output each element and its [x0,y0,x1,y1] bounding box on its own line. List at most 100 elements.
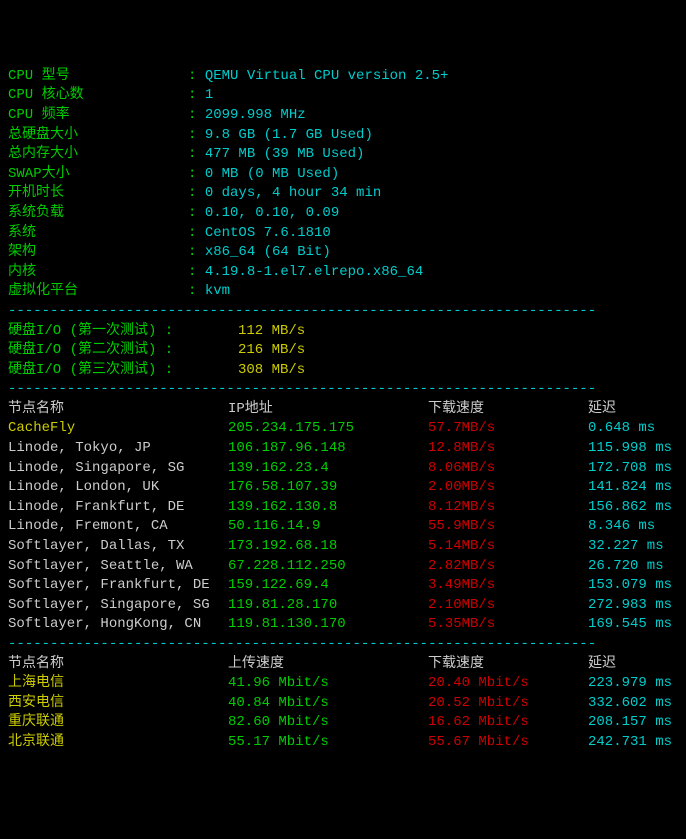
colon: : [188,126,205,146]
ul-node: 西安电信 [8,694,228,714]
ul-header-node: 节点名称 [8,655,228,675]
dl-speed: 5.35MB/s [428,615,588,635]
sys-row: 内核: 4.19.8-1.el7.elrepo.x86_64 [8,263,678,283]
dl-ip: 119.81.130.170 [228,615,428,635]
sys-label: 系统 [8,224,188,244]
sys-value: kvm [205,282,230,302]
dl-speed: 12.8MB/s [428,439,588,459]
dl-row: Softlayer, Dallas, TX173.192.68.185.14MB… [8,537,678,557]
divider: ----------------------------------------… [8,302,678,322]
dl-speed: 8.06MB/s [428,459,588,479]
sys-row: CPU 核心数: 1 [8,86,678,106]
ul-down: 55.67 Mbit/s [428,733,588,753]
dl-ip: 67.228.112.250 [228,557,428,577]
sys-value: QEMU Virtual CPU version 2.5+ [205,67,449,87]
dl-node: Softlayer, Dallas, TX [8,537,228,557]
ul-row: 重庆联通82.60 Mbit/s16.62 Mbit/s208.157 ms [8,713,678,733]
ul-header-down: 下载速度 [428,655,588,675]
colon: : [188,243,205,263]
dl-lat: 32.227 ms [588,537,678,557]
dl-speed: 57.7MB/s [428,419,588,439]
sys-label: 开机时长 [8,184,188,204]
dl-speed: 8.12MB/s [428,498,588,518]
io-row: 硬盘I/O (第三次测试) :308 MB/s [8,361,678,381]
dl-header: 节点名称IP地址下载速度延迟 [8,400,678,420]
dl-speed: 55.9MB/s [428,517,588,537]
dl-ip: 205.234.175.175 [228,419,428,439]
ul-down: 16.62 Mbit/s [428,713,588,733]
io-label: 硬盘I/O (第一次测试) : [8,322,238,342]
sys-row: 虚拟化平台: kvm [8,282,678,302]
ul-row: 西安电信40.84 Mbit/s20.52 Mbit/s332.602 ms [8,694,678,714]
dl-ip: 106.187.96.148 [228,439,428,459]
colon: : [188,145,205,165]
io-label: 硬盘I/O (第三次测试) : [8,361,238,381]
ul-header-lat: 延迟 [588,655,678,675]
colon: : [188,224,205,244]
io-row: 硬盘I/O (第二次测试) :216 MB/s [8,341,678,361]
terminal-output: CPU 型号: QEMU Virtual CPU version 2.5+CPU… [8,67,678,753]
ul-up: 41.96 Mbit/s [228,674,428,694]
ul-up: 40.84 Mbit/s [228,694,428,714]
sys-label: 总内存大小 [8,145,188,165]
dl-ip: 119.81.28.170 [228,596,428,616]
sys-row: 开机时长: 0 days, 4 hour 34 min [8,184,678,204]
ul-lat: 242.731 ms [588,733,678,753]
sys-value: 4.19.8-1.el7.elrepo.x86_64 [205,263,423,283]
ul-up: 55.17 Mbit/s [228,733,428,753]
dl-lat: 0.648 ms [588,419,678,439]
dl-lat: 169.545 ms [588,615,678,635]
dl-lat: 272.983 ms [588,596,678,616]
dl-row: Softlayer, HongKong, CN119.81.130.1705.3… [8,615,678,635]
io-value: 112 MB/s [238,322,305,342]
dl-node: Linode, Fremont, CA [8,517,228,537]
io-value: 216 MB/s [238,341,305,361]
ul-row: 北京联通55.17 Mbit/s55.67 Mbit/s242.731 ms [8,733,678,753]
dl-speed: 2.10MB/s [428,596,588,616]
divider: ----------------------------------------… [8,380,678,400]
dl-speed: 5.14MB/s [428,537,588,557]
colon: : [188,86,205,106]
dl-header-node: 节点名称 [8,400,228,420]
dl-node: Linode, Singapore, SG [8,459,228,479]
ul-up: 82.60 Mbit/s [228,713,428,733]
dl-row: CacheFly205.234.175.17557.7MB/s0.648 ms [8,419,678,439]
colon: : [188,67,205,87]
dl-row: Linode, Frankfurt, DE139.162.130.88.12MB… [8,498,678,518]
ul-node: 北京联通 [8,733,228,753]
sys-value: 1 [205,86,213,106]
sys-value: 9.8 GB (1.7 GB Used) [205,126,373,146]
dl-row: Softlayer, Singapore, SG119.81.28.1702.1… [8,596,678,616]
dl-node: Linode, London, UK [8,478,228,498]
sys-value: x86_64 (64 Bit) [205,243,331,263]
sys-row: CPU 型号: QEMU Virtual CPU version 2.5+ [8,67,678,87]
sys-value: 477 MB (39 MB Used) [205,145,365,165]
dl-ip: 159.122.69.4 [228,576,428,596]
dl-node: Softlayer, Frankfurt, DE [8,576,228,596]
sys-label: 总硬盘大小 [8,126,188,146]
dl-ip: 139.162.130.8 [228,498,428,518]
ul-header: 节点名称上传速度下载速度延迟 [8,655,678,675]
sys-value: 0 days, 4 hour 34 min [205,184,381,204]
io-label: 硬盘I/O (第二次测试) : [8,341,238,361]
dl-node: Softlayer, Singapore, SG [8,596,228,616]
dl-node: CacheFly [8,419,228,439]
dl-ip: 176.58.107.39 [228,478,428,498]
colon: : [188,106,205,126]
dl-ip: 50.116.14.9 [228,517,428,537]
sys-label: CPU 核心数 [8,86,188,106]
colon: : [188,204,205,224]
sys-row: 架构: x86_64 (64 Bit) [8,243,678,263]
dl-lat: 172.708 ms [588,459,678,479]
ul-row: 上海电信41.96 Mbit/s20.40 Mbit/s223.979 ms [8,674,678,694]
ul-down: 20.52 Mbit/s [428,694,588,714]
sys-label: 架构 [8,243,188,263]
dl-ip: 173.192.68.18 [228,537,428,557]
ul-header-up: 上传速度 [228,655,428,675]
dl-header-ip: IP地址 [228,400,428,420]
colon: : [188,184,205,204]
dl-row: Softlayer, Seattle, WA67.228.112.2502.82… [8,557,678,577]
ul-down: 20.40 Mbit/s [428,674,588,694]
dl-row: Softlayer, Frankfurt, DE159.122.69.43.49… [8,576,678,596]
colon: : [188,282,205,302]
